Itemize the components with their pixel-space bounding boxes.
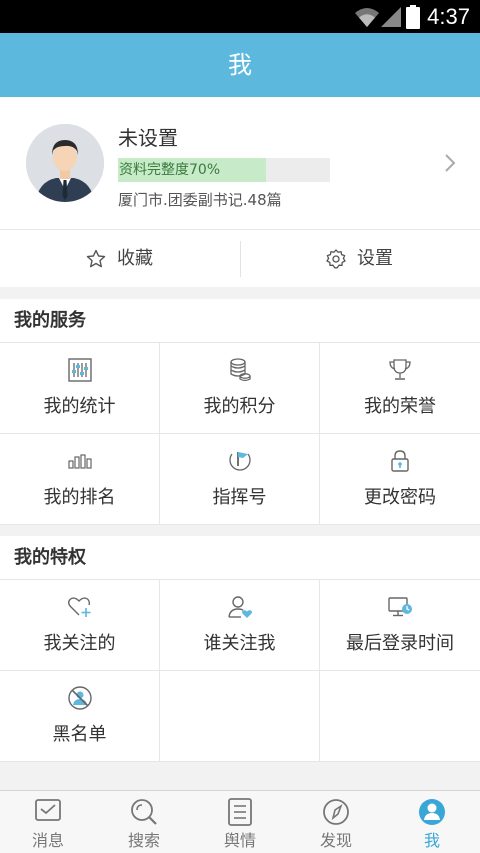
privileges-title: 我的特权 — [14, 547, 86, 568]
user-icon — [419, 799, 445, 825]
services-title: 我的服务 — [14, 310, 86, 331]
completeness-text: 资料完整度70% — [119, 162, 221, 178]
favorites-button[interactable]: 收藏 — [0, 230, 240, 288]
service-item-change-password[interactable]: 更改密码 — [320, 434, 480, 525]
settings-button[interactable]: 设置 — [240, 230, 480, 288]
tab-messages[interactable]: 消息 — [0, 791, 96, 853]
profile-actions: 收藏 设置 — [0, 229, 480, 287]
privilege-label: 我关注的 — [43, 633, 116, 654]
star-icon — [86, 249, 106, 268]
search-icon — [131, 799, 157, 825]
service-label: 我的积分 — [203, 396, 276, 417]
privilege-item-following[interactable]: 我关注的 — [0, 580, 160, 671]
flag-icon — [228, 452, 251, 471]
tab-label: 搜索 — [127, 831, 160, 850]
privilege-label: 黑名单 — [52, 724, 107, 745]
monitor-clock-icon — [388, 597, 412, 617]
empty-cell — [160, 671, 320, 762]
services-grid: 我的统计 我的积分 我的荣誉 我的排名 指挥号 更改密码 — [0, 343, 480, 525]
wifi-icon — [355, 8, 379, 27]
document-icon — [228, 798, 252, 826]
tab-search[interactable]: 搜索 — [96, 791, 192, 853]
completeness-progress-bar: 资料完整度70% — [118, 158, 330, 182]
sliders-icon — [67, 358, 92, 382]
chevron-right-icon — [445, 154, 456, 172]
service-item-points[interactable]: 我的积分 — [160, 343, 320, 434]
blocked-user-icon — [67, 686, 92, 710]
service-item-ranking[interactable]: 我的排名 — [0, 434, 160, 525]
service-label: 更改密码 — [364, 487, 436, 508]
status-bar: 4:37 — [0, 0, 480, 33]
tab-public-opinion[interactable]: 舆情 — [192, 791, 288, 853]
avatar[interactable] — [26, 124, 104, 202]
profile-name: 未设置 — [118, 126, 178, 150]
empty-cell — [320, 671, 480, 762]
service-label: 指挥号 — [212, 487, 267, 508]
privilege-label: 谁关注我 — [203, 633, 276, 654]
tab-me[interactable]: 我 — [384, 791, 480, 853]
page-title: 我 — [228, 51, 252, 79]
heart-plus-icon — [67, 597, 90, 617]
service-item-statistics[interactable]: 我的统计 — [0, 343, 160, 434]
message-icon — [35, 799, 61, 821]
services-section-header: 我的服务 — [0, 299, 480, 343]
user-heart-icon — [227, 596, 252, 618]
status-time: 4:37 — [427, 4, 470, 29]
tab-label: 舆情 — [223, 831, 256, 850]
bars-icon — [67, 454, 92, 469]
profile-org: 厦门市.团委副书记.48篇 — [118, 191, 282, 209]
tab-label: 消息 — [31, 831, 64, 850]
gear-icon — [326, 249, 346, 269]
bottom-tab-bar: 消息 搜索 舆情 发现 我 — [0, 790, 480, 853]
privilege-item-followers[interactable]: 谁关注我 — [160, 580, 320, 671]
service-label: 我的统计 — [43, 396, 116, 417]
privilege-item-last-login[interactable]: 最后登录时间 — [320, 580, 480, 671]
header: 我 — [0, 33, 480, 97]
favorites-label: 收藏 — [117, 248, 153, 269]
privilege-label: 最后登录时间 — [346, 633, 454, 654]
privilege-item-blacklist[interactable]: 黑名单 — [0, 671, 160, 762]
profile-card[interactable]: 未设置 资料完整度70% 厦门市.团委副书记.48篇 — [0, 97, 480, 229]
service-item-command[interactable]: 指挥号 — [160, 434, 320, 525]
service-item-honors[interactable]: 我的荣誉 — [320, 343, 480, 434]
service-label: 我的排名 — [43, 487, 116, 508]
coins-icon — [229, 358, 251, 382]
service-label: 我的荣誉 — [364, 396, 436, 417]
settings-label: 设置 — [357, 248, 393, 269]
signal-icon — [381, 7, 401, 27]
tab-label: 我 — [423, 831, 440, 850]
privileges-section-header: 我的特权 — [0, 536, 480, 580]
privileges-grid: 我关注的 谁关注我 最后登录时间 黑名单 — [0, 580, 480, 762]
tab-label: 发现 — [319, 831, 352, 850]
tab-discover[interactable]: 发现 — [288, 791, 384, 853]
compass-icon — [323, 799, 349, 825]
lock-icon — [391, 450, 409, 472]
battery-icon — [406, 5, 420, 29]
trophy-icon — [389, 359, 411, 380]
